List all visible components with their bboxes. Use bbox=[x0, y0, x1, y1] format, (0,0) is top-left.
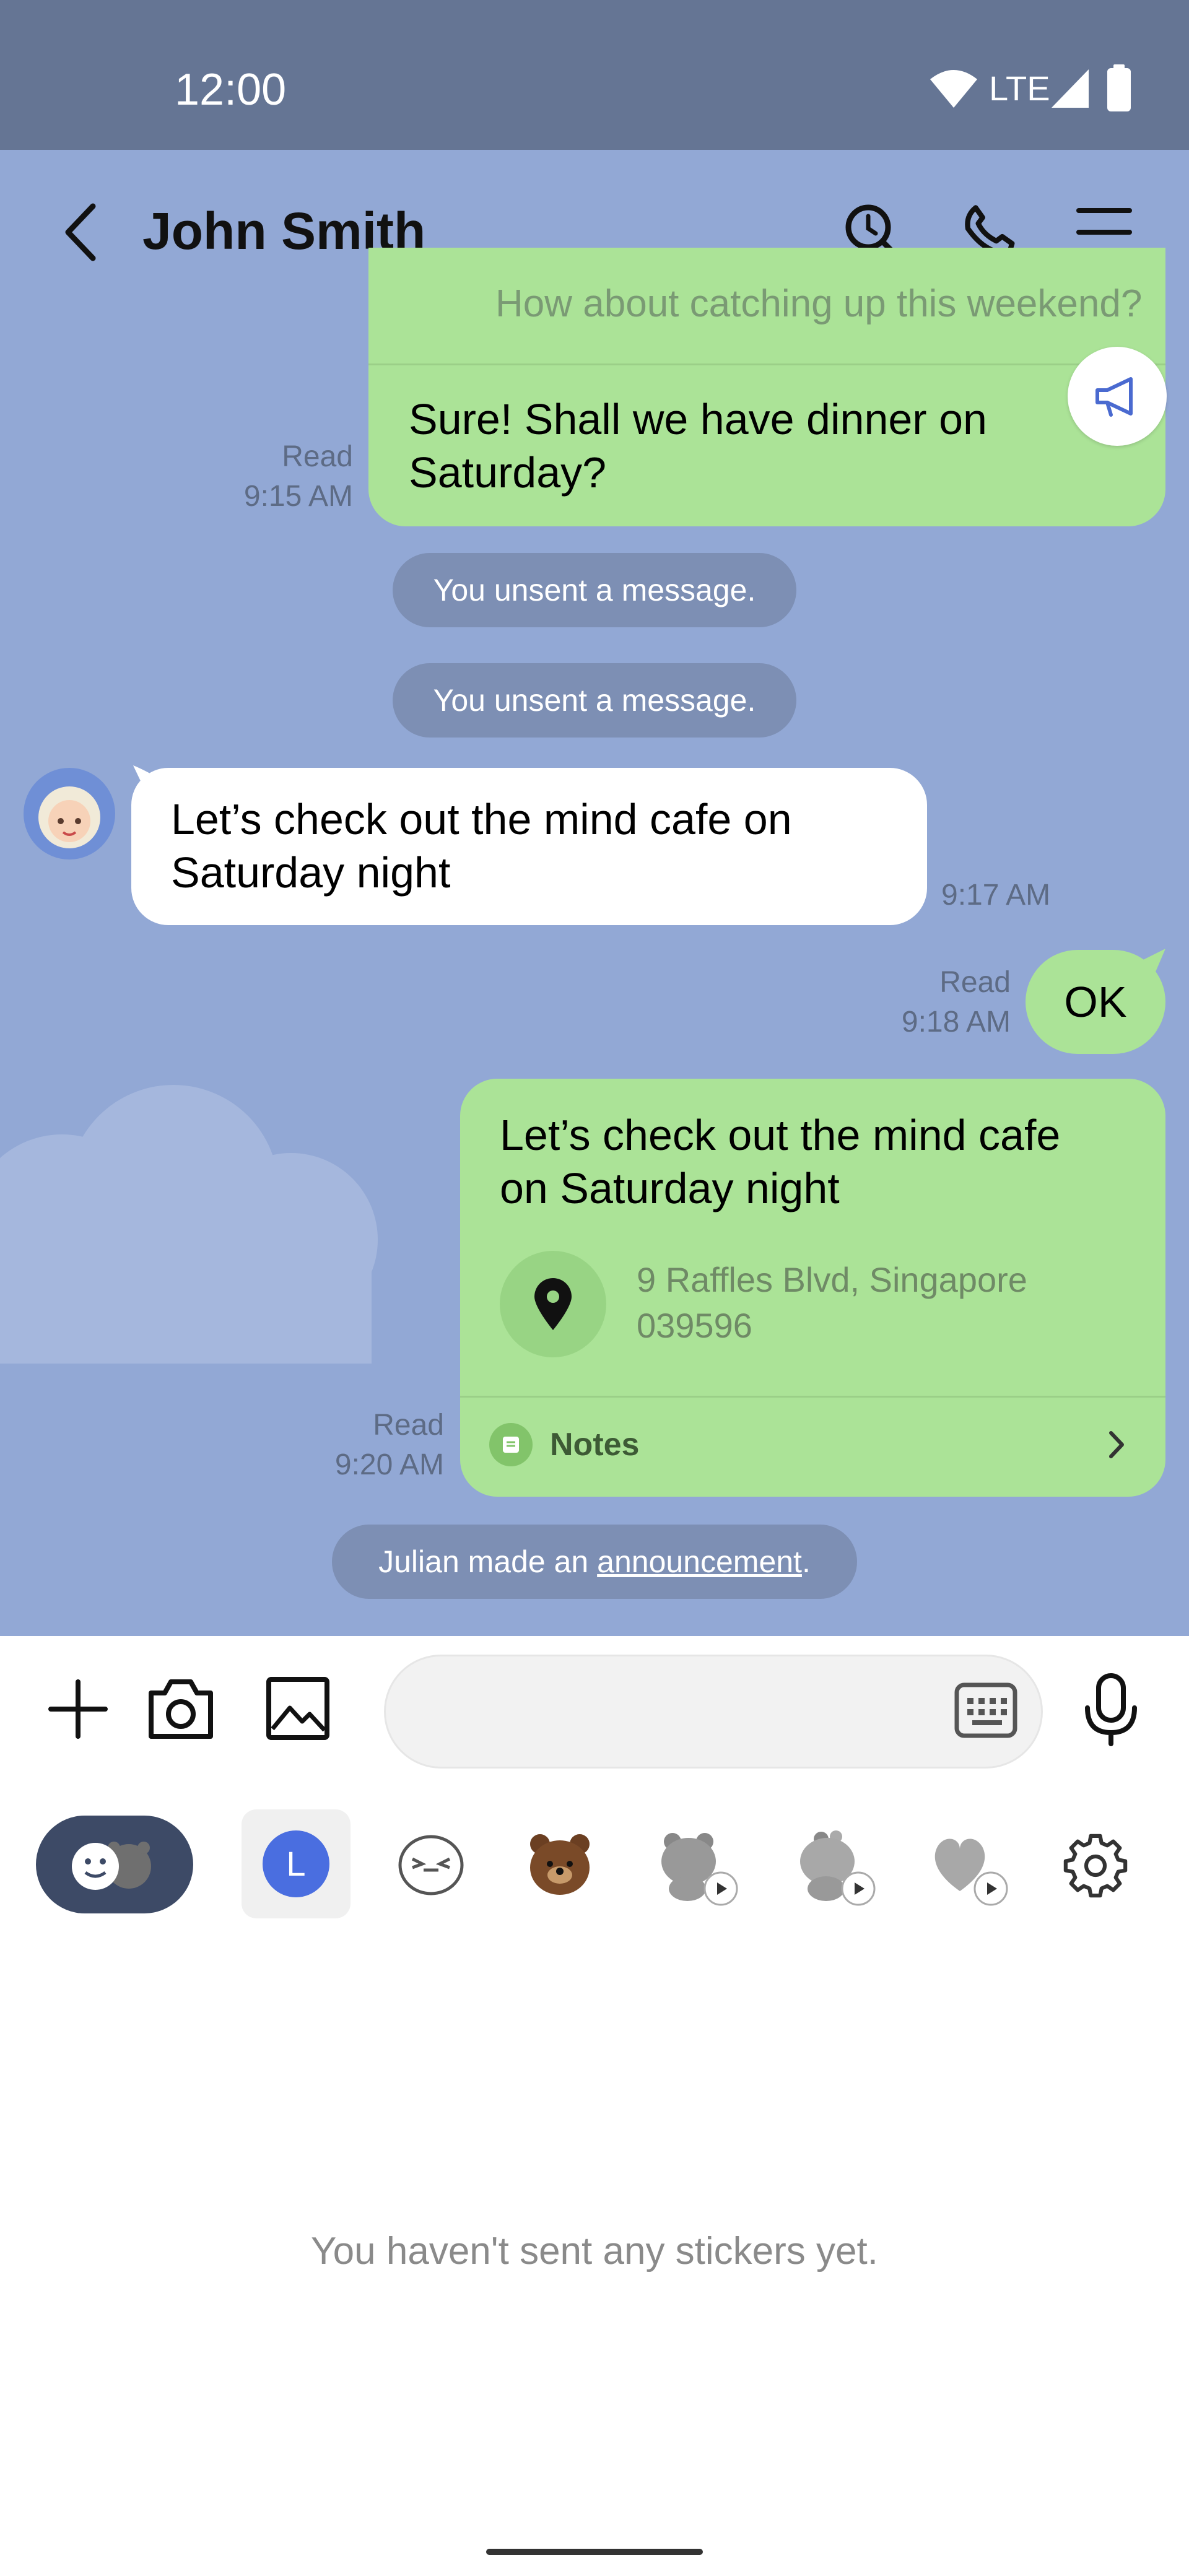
announcement-button[interactable] bbox=[1068, 347, 1167, 446]
location-address[interactable]: 9 Raffles Blvd, Singapore 039596 bbox=[637, 1257, 1027, 1349]
sticker-tab-animated-duo[interactable] bbox=[796, 1827, 883, 1907]
network-type: LTE bbox=[989, 69, 1050, 108]
notes-icon bbox=[489, 1423, 533, 1466]
emoji-sticker-toggle[interactable] bbox=[36, 1816, 193, 1913]
keyboard-icon[interactable] bbox=[954, 1682, 1018, 1739]
system-message: You unsent a message. bbox=[393, 663, 796, 738]
signal-icon bbox=[1052, 69, 1089, 108]
message-meta: Read 9:15 AM bbox=[243, 440, 353, 513]
message-text: Let’s check out the mind cafe on Saturda… bbox=[500, 1111, 1061, 1212]
empty-stickers-message: You haven't sent any stickers yet. bbox=[311, 2230, 878, 2273]
sticker-tab-animated-bear[interactable] bbox=[659, 1827, 746, 1907]
sticker-tab-face[interactable] bbox=[396, 1830, 466, 1897]
recent-tab-badge: L bbox=[263, 1830, 329, 1897]
partial-message-text: How about catching up this weekend? bbox=[495, 282, 1143, 325]
microphone-icon[interactable] bbox=[1082, 1672, 1139, 1747]
back-icon[interactable] bbox=[59, 201, 102, 263]
avatar-illustration bbox=[38, 786, 100, 848]
megaphone-icon bbox=[1095, 377, 1133, 417]
cloud-decoration bbox=[0, 1085, 378, 1364]
plus-icon[interactable] bbox=[47, 1678, 109, 1740]
location-pin-icon bbox=[534, 1278, 572, 1330]
camera-icon[interactable] bbox=[146, 1677, 216, 1741]
status-time: 12:00 bbox=[175, 65, 287, 115]
bubble-divider bbox=[368, 363, 1165, 365]
message-time: 9:17 AM bbox=[941, 879, 1051, 912]
message-text: Let’s check out the mind cafe on Saturda… bbox=[171, 795, 792, 897]
message-input[interactable] bbox=[384, 1655, 1043, 1769]
notes-link[interactable]: Notes bbox=[550, 1426, 639, 1463]
avatar[interactable] bbox=[24, 768, 115, 859]
image-icon[interactable] bbox=[265, 1676, 331, 1741]
announcement-system-message[interactable]: Julian made an announcement. bbox=[332, 1525, 857, 1599]
location-pin-badge[interactable] bbox=[500, 1251, 606, 1357]
tab-recent-stickers[interactable]: L bbox=[242, 1809, 351, 1918]
chevron-right-icon[interactable] bbox=[1107, 1429, 1126, 1460]
home-indicator[interactable] bbox=[486, 2549, 703, 2555]
battery-icon bbox=[1107, 64, 1131, 111]
emoji-toggle-icon bbox=[72, 1842, 151, 1890]
message-meta: Read 9:18 AM bbox=[901, 966, 1011, 1038]
announcement-link[interactable]: announcement bbox=[597, 1544, 802, 1579]
bubble-divider bbox=[460, 1396, 1165, 1398]
sticker-tab-animated-heart[interactable] bbox=[929, 1827, 1016, 1907]
system-message: You unsent a message. bbox=[393, 553, 796, 627]
sticker-tab-bear[interactable] bbox=[528, 1830, 592, 1897]
message-text: OK bbox=[1064, 978, 1127, 1026]
message-text: Sure! Shall we have dinner on Saturday? bbox=[409, 395, 987, 497]
settings-icon[interactable] bbox=[1063, 1833, 1128, 1899]
message-meta: Read 9:20 AM bbox=[334, 1409, 444, 1481]
wifi-icon bbox=[930, 70, 977, 108]
